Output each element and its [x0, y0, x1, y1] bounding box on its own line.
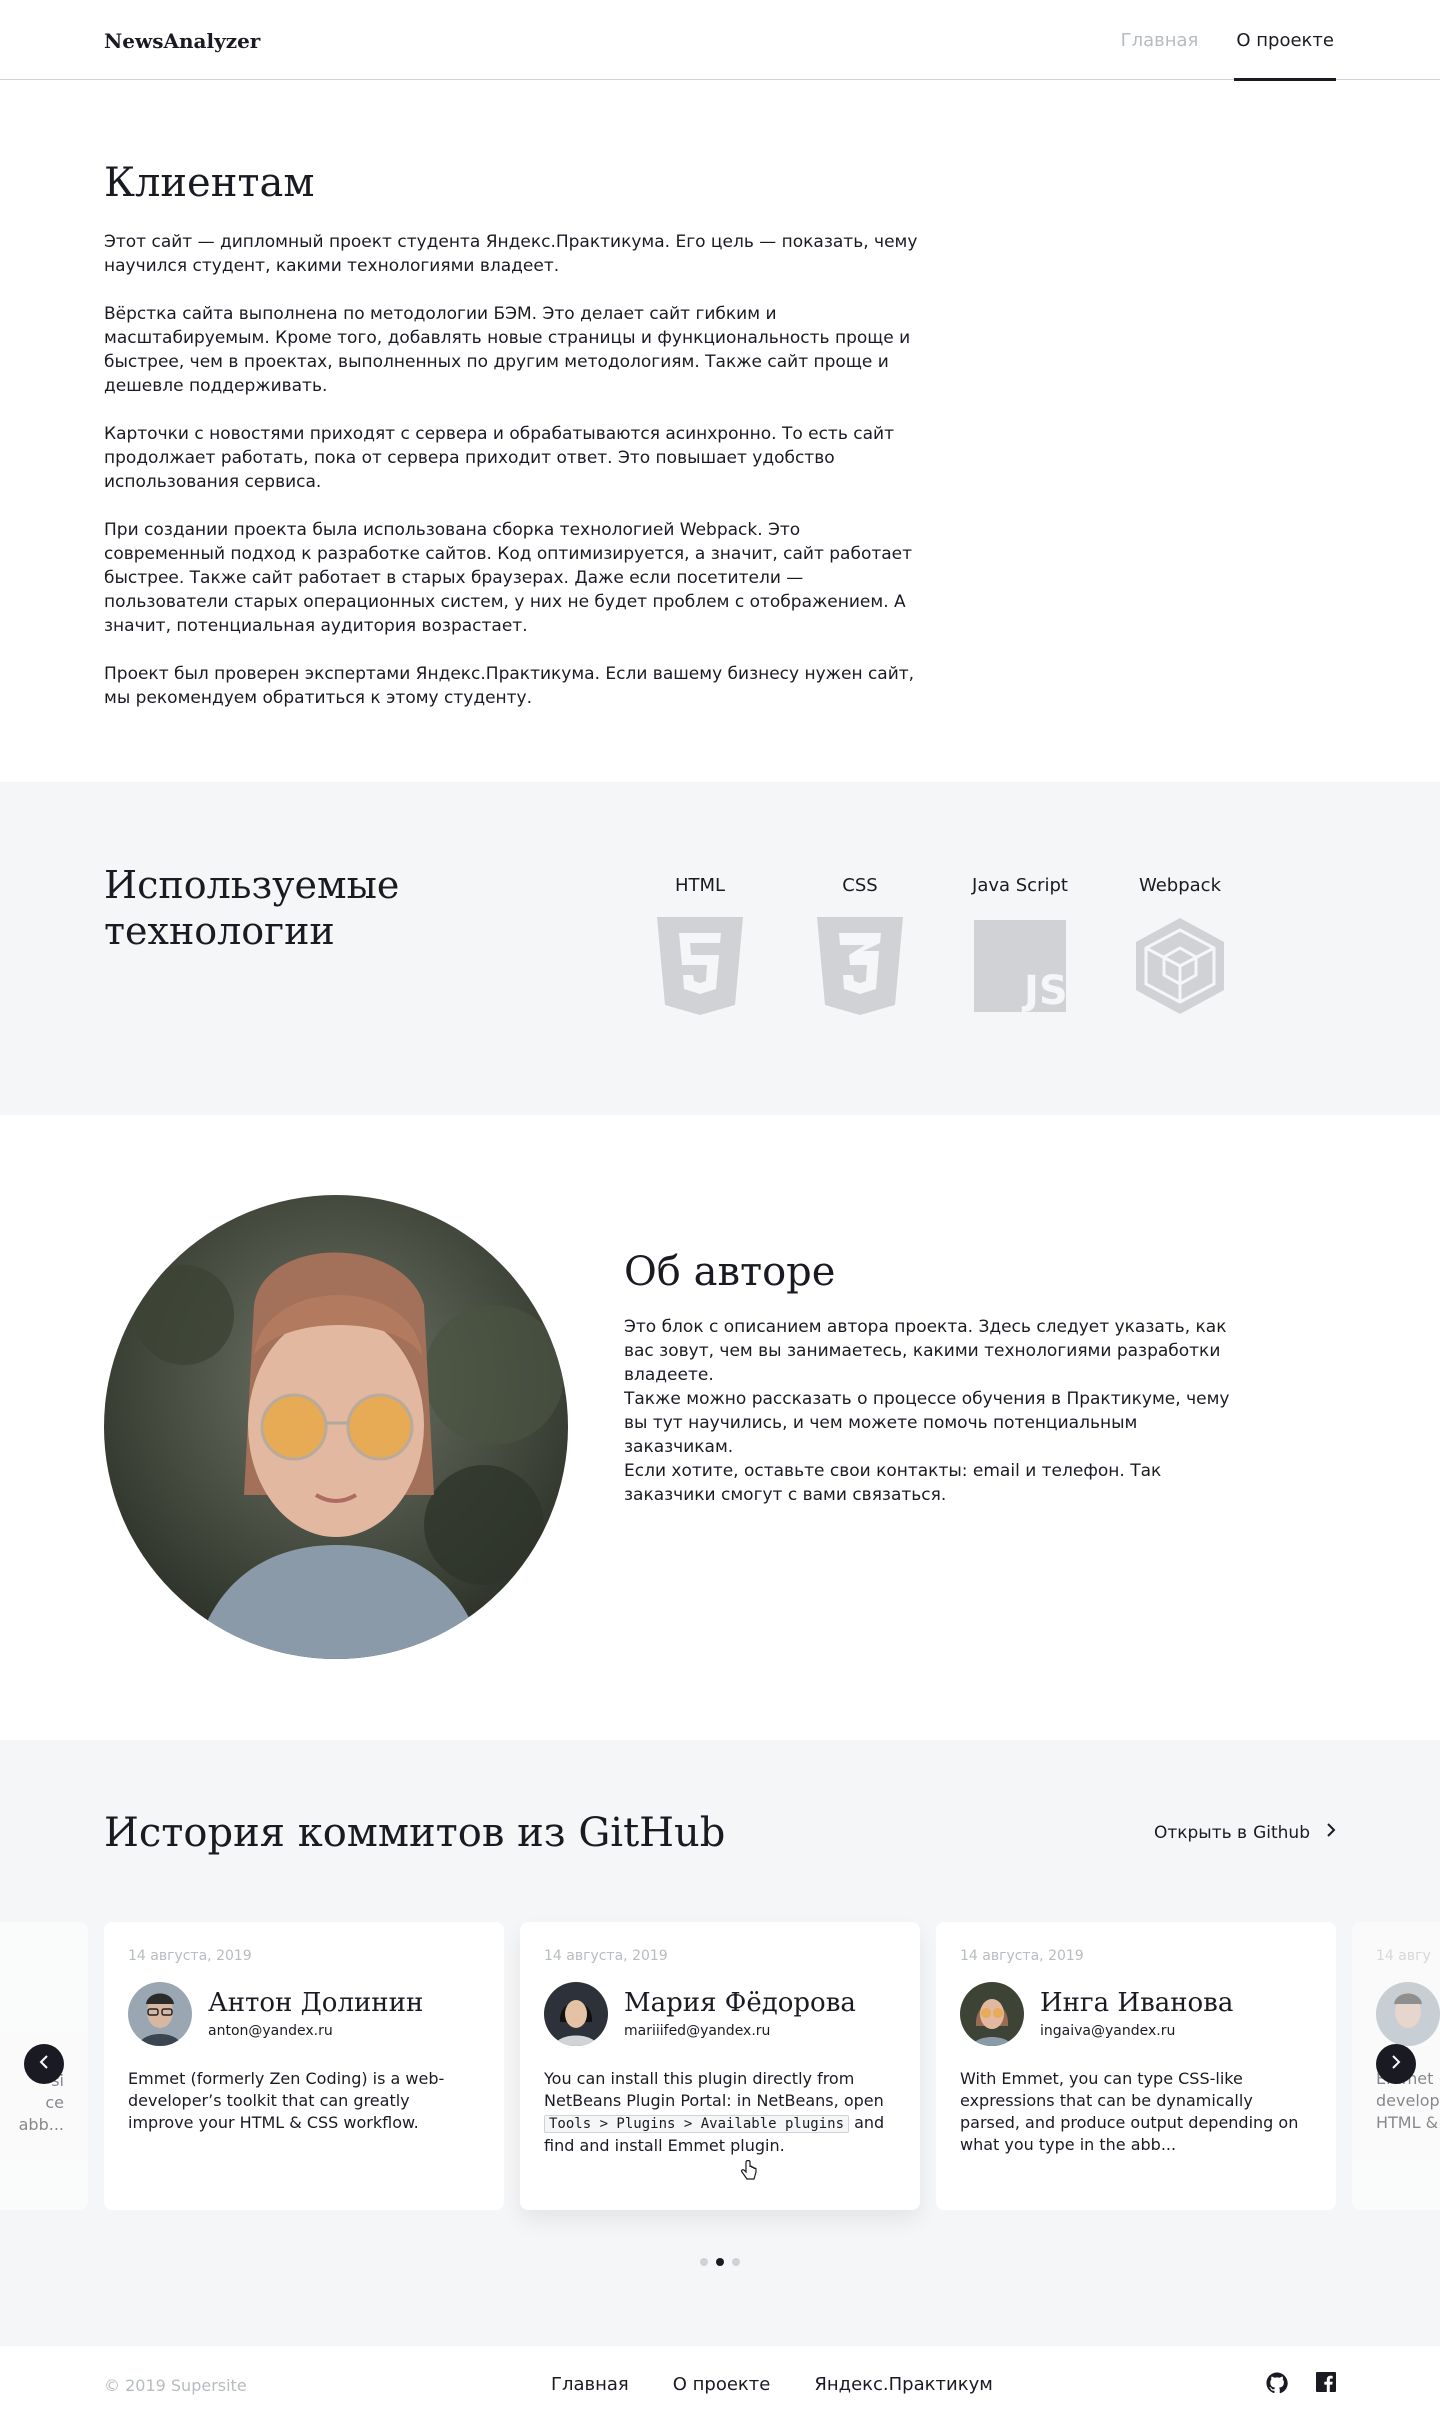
- footer-link-practicum[interactable]: Яндекс.Практикум: [814, 2374, 992, 2395]
- author-description: Это блок с описанием автора проекта. Зде…: [624, 1315, 1244, 1507]
- social-links: [1266, 2372, 1336, 2398]
- card-text-line: abb...: [18, 2115, 64, 2134]
- commit-card[interactable]: 14 августа, 2019 Антон Долинин anton@yan…: [104, 1922, 504, 2210]
- commit-author-email: mariiifed@yandex.ru: [624, 2023, 771, 2039]
- commit-date: 14 авгу: [1376, 1948, 1431, 1964]
- technologies-list: HTML CSS Java Script JS Webpack: [620, 874, 1260, 1016]
- clients-paragraph: При создании проекта была использована с…: [104, 520, 913, 636]
- avatar: [960, 1982, 1024, 2046]
- commit-message: Emmet (formerly Zen Coding) is a web-dev…: [128, 2069, 445, 2132]
- javascript-icon: JS: [972, 916, 1068, 1016]
- author-paragraph: Это блок с описанием автора проекта. Зде…: [624, 1317, 1227, 1385]
- carousel-next-button[interactable]: [1376, 2044, 1416, 2084]
- clients-section: Клиентам Этот сайт — дипломный проект ст…: [0, 80, 1440, 782]
- site-header: NewsAnalyzer Главная О проекте: [0, 0, 1440, 81]
- svg-text:JS: JS: [1021, 968, 1066, 1012]
- clients-title: Клиентам: [104, 160, 315, 206]
- footer-nav: Главная О проекте Яндекс.Практикум: [551, 2374, 993, 2395]
- chevron-right-icon: [1391, 2054, 1401, 2074]
- avatar: [544, 1982, 608, 2046]
- author-paragraph: Если хотите, оставьте свои контакты: ema…: [624, 1461, 1162, 1505]
- html5-icon: [652, 916, 748, 1016]
- author-photo: [104, 1195, 568, 1659]
- facebook-icon[interactable]: [1316, 2372, 1336, 2398]
- commit-user: Антон Долинин anton@yandex.ru: [128, 1982, 480, 2046]
- open-github-label: Github: [1253, 1822, 1310, 1843]
- technologies-section: Используемые технологии HTML CSS Java Sc…: [0, 782, 1440, 1115]
- chevron-right-icon: [1326, 1822, 1336, 1843]
- main-nav: Главная О проекте: [1119, 0, 1336, 81]
- copyright: © 2019 Supersite: [104, 2376, 247, 2395]
- commit-author-name: Мария Фёдорова: [624, 1988, 856, 2018]
- clients-paragraph: Карточки с новостями приходят с сервера …: [104, 424, 894, 492]
- tech-label: Java Script: [972, 875, 1068, 896]
- pointer-cursor-icon: [740, 2159, 758, 2186]
- nav-item-home[interactable]: Главная: [1119, 0, 1201, 80]
- author-paragraph: Также можно рассказать о процессе обучен…: [624, 1389, 1230, 1457]
- clients-paragraph: Проект был проверен экспертами Яндекс.Пр…: [104, 664, 915, 708]
- webpack-icon: [1132, 916, 1228, 1016]
- clients-paragraph: Этот сайт — дипломный проект студента Ян…: [104, 232, 918, 276]
- commit-message-text: You can install this plugin directly fro…: [544, 2069, 884, 2110]
- author-title: Об авторе: [624, 1249, 836, 1295]
- commit-author-email: ingaiva@yandex.ru: [1040, 2023, 1176, 2039]
- carousel-pagination: [0, 2258, 1440, 2266]
- logo[interactable]: NewsAnalyzer: [104, 29, 260, 53]
- tech-item-html: HTML: [620, 874, 780, 1016]
- card-text-line: HTML &: [1376, 2113, 1439, 2132]
- clients-text: Этот сайт — дипломный проект студента Ян…: [104, 230, 924, 734]
- commit-date: 14 августа, 2019: [960, 1948, 1084, 1964]
- open-github-prefix: Открыть в: [1153, 1822, 1248, 1843]
- css3-icon: [812, 916, 908, 1016]
- commit-date: 14 августа, 2019: [128, 1948, 252, 1964]
- commit-date: 14 августа, 2019: [544, 1948, 668, 1964]
- carousel-prev-button[interactable]: [24, 2044, 64, 2084]
- nav-item-about[interactable]: О проекте: [1234, 0, 1336, 81]
- technologies-title: Используемые технологии: [104, 863, 400, 953]
- commit-card[interactable]: 14 августа, 2019 Инга Иванова ingaiva@ya…: [936, 1922, 1336, 2210]
- author-section: Об авторе Это блок с описанием автора пр…: [0, 1115, 1440, 1740]
- github-title: История коммитов из GitHub: [104, 1810, 726, 1856]
- commit-code-snippet: Tools > Plugins > Available plugins: [544, 2115, 850, 2133]
- github-icon[interactable]: [1266, 2372, 1288, 2398]
- github-section: История коммитов из GitHub Открыть в Git…: [0, 1740, 1440, 2346]
- tech-item-javascript: Java Script JS: [940, 874, 1100, 1016]
- avatar: [128, 1982, 192, 2046]
- tech-label: CSS: [842, 875, 878, 896]
- tech-label: Webpack: [1138, 875, 1222, 896]
- card-text-line: develop: [1376, 2091, 1440, 2110]
- commit-message: With Emmet, you can type CSS-like expres…: [960, 2069, 1299, 2154]
- avatar: [1376, 1982, 1440, 2046]
- tech-item-css: CSS: [780, 874, 940, 1016]
- clients-paragraph: Вёрстка сайта выполнена по методологии Б…: [104, 304, 911, 396]
- commit-user: Инга Иванова ingaiva@yandex.ru: [960, 1982, 1312, 2046]
- commit-user: Мария Фёдорова mariiifed@yandex.ru: [544, 1982, 896, 2046]
- pagination-dot[interactable]: [700, 2258, 708, 2266]
- commits-carousel: si ce abb... 14 августа, 2019 Антон Доли…: [0, 1922, 1440, 2212]
- site-footer: © 2019 Supersite Главная О проекте Яндек…: [0, 2346, 1440, 2426]
- chevron-left-icon: [39, 2054, 49, 2074]
- commit-author-name: Антон Долинин: [208, 1988, 424, 2018]
- tech-item-webpack: Webpack: [1100, 874, 1260, 1016]
- tech-label: HTML: [674, 875, 726, 896]
- open-github-link[interactable]: Открыть в Github: [1154, 1822, 1336, 1843]
- commit-author-name: Инга Иванова: [1040, 1988, 1234, 2018]
- pagination-dot-active[interactable]: [716, 2258, 724, 2266]
- pagination-dot[interactable]: [732, 2258, 740, 2266]
- footer-link-about[interactable]: О проекте: [673, 2374, 771, 2395]
- commit-author-email: anton@yandex.ru: [208, 2023, 333, 2039]
- commit-card[interactable]: 14 августа, 2019 Мария Фёдорова mariiife…: [520, 1922, 920, 2210]
- footer-link-home[interactable]: Главная: [551, 2374, 629, 2395]
- card-text-line: ce: [45, 2093, 64, 2112]
- commit-message: You can install this plugin directly fro…: [544, 2068, 896, 2157]
